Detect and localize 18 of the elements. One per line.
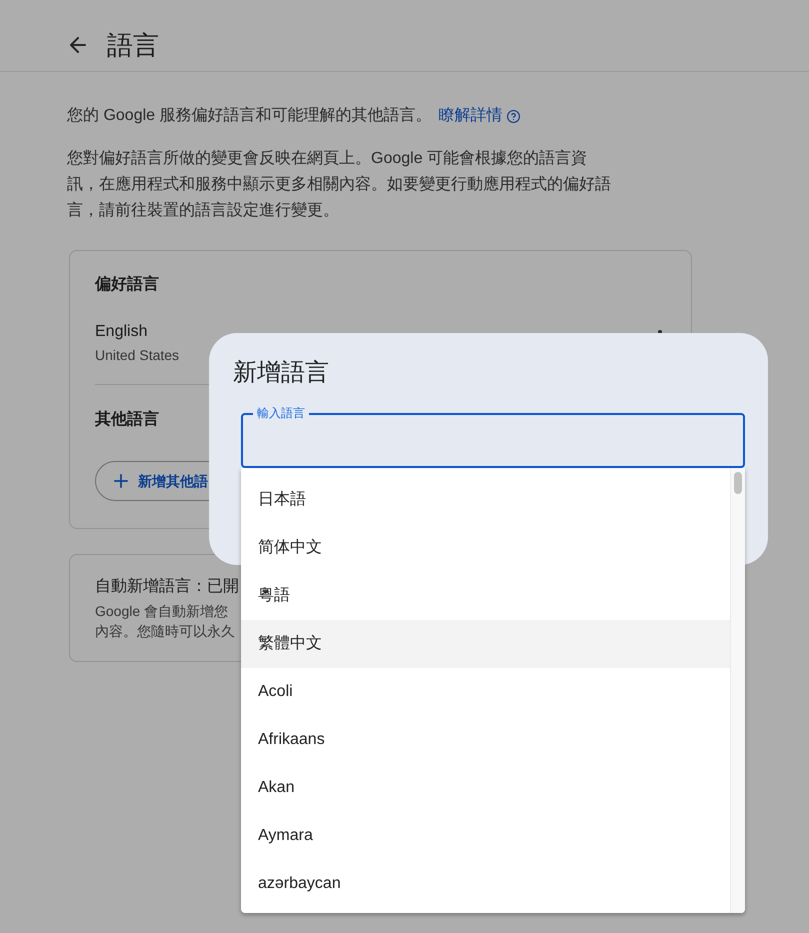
help-icon [507, 110, 520, 122]
card-description: Google 會自動新增您 [95, 602, 228, 621]
language-region: United States [95, 346, 180, 365]
dialog-title: 新增語言 [233, 358, 329, 388]
section-title: 其他語言 [95, 409, 159, 430]
card-description: 內容。您隨時可以永久 [95, 622, 235, 641]
card-title: 自動新增語言：已開 [95, 576, 239, 597]
learn-more-link[interactable]: 瞭解詳情 [438, 104, 520, 128]
language-name: English [95, 322, 148, 342]
plus-icon [114, 474, 128, 488]
page-title: 語言 [107, 28, 159, 60]
note-text: 您對偏好語言所做的變更會反映在網頁上。Google 可能會根據您的語言資訊，在應用程式和服務中顯示更多相關內容。如要變更行動應用程式的偏好語言，請前往裝置的語言設定進行變更。 [67, 148, 612, 221]
menu-item[interactable]: 繁體中文 [241, 620, 730, 668]
card-title: 偏好語言 [95, 274, 159, 295]
intro-text: 您的 Google 服務偏好語言和可能理解的其他語言。 [67, 106, 432, 126]
back-icon[interactable] [70, 36, 86, 52]
scrollbar[interactable] [730, 468, 745, 913]
scrollbar-thumb[interactable] [734, 472, 742, 494]
